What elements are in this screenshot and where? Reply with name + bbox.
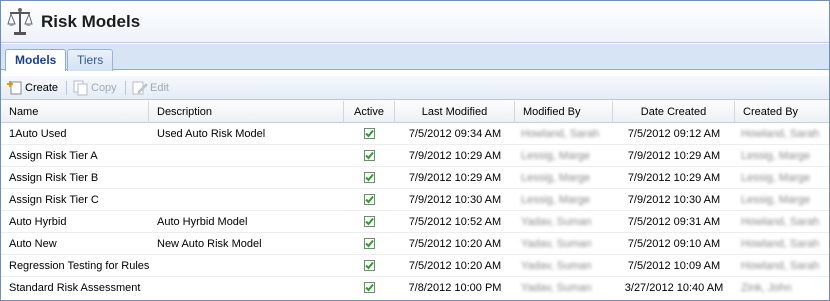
edit-icon	[132, 81, 148, 95]
column-header-name[interactable]: Name	[1, 101, 149, 123]
cell-name: Assign Risk Tier A	[9, 150, 98, 162]
cell-created-by: Lessig, Marge	[741, 194, 811, 206]
cell-name: 1Auto Used	[9, 128, 67, 140]
create-label: Create	[25, 82, 59, 94]
cell-last-modified: 7/5/2012 10:52 AM	[408, 216, 502, 228]
cell-last-modified: 7/9/2012 10:29 AM	[408, 150, 502, 162]
toolbar-divider	[125, 81, 126, 95]
cell-created-by: Howland, Sarah	[741, 216, 820, 228]
table-row[interactable]: Auto Hyrbid Auto Hyrbid Model 7/5/2012 1…	[1, 211, 829, 233]
cell-active	[344, 123, 395, 145]
cell-modified-by: Yadav, Suman	[521, 282, 592, 294]
cell-last-modified: 7/5/2012 10:20 AM	[408, 260, 502, 272]
toolbar-divider	[66, 81, 67, 95]
table-row[interactable]: Auto New New Auto Risk Model 7/5/2012 10…	[1, 233, 829, 255]
cell-date-created: 7/5/2012 10:09 AM	[627, 260, 721, 272]
table-row[interactable]: 1Auto Used Used Auto Risk Model 7/5/2012…	[1, 123, 829, 145]
cell-created-by: Lessig, Marge	[741, 150, 811, 162]
cell-description: Used Auto Risk Model	[157, 128, 266, 140]
toolbar: Create Copy Edit	[1, 76, 829, 100]
create-icon	[7, 81, 22, 95]
cell-description	[157, 167, 343, 189]
cell-date-created: 7/5/2012 09:10 AM	[627, 238, 721, 250]
column-header-date-created[interactable]: Date Created	[613, 101, 735, 123]
cell-last-modified: 7/9/2012 10:29 AM	[408, 172, 502, 184]
table-row[interactable]: Assign Risk Tier C 7/9/2012 10:30 AM Les…	[1, 189, 829, 211]
cell-name: Auto New	[9, 238, 57, 250]
cell-modified-by: Lessig, Marge	[521, 150, 591, 162]
cell-name: Assign Risk Tier C	[9, 194, 99, 206]
tab-models[interactable]: Models	[5, 49, 67, 71]
copy-label: Copy	[91, 82, 117, 94]
cell-active	[344, 145, 395, 167]
cell-date-created: 7/5/2012 09:12 AM	[627, 128, 721, 140]
cell-description	[157, 255, 343, 277]
edit-button[interactable]: Edit	[132, 80, 169, 96]
cell-date-created: 3/27/2012 10:40 AM	[624, 282, 724, 294]
cell-last-modified: 7/8/2012 10:00 PM	[408, 282, 502, 294]
cell-name: Regression Testing for Rules	[9, 260, 149, 272]
cell-date-created: 7/9/2012 10:29 AM	[627, 172, 721, 184]
table-row[interactable]: Standard Risk Assessment 7/8/2012 10:00 …	[1, 277, 829, 299]
cell-active	[344, 189, 395, 211]
cell-name: Standard Risk Assessment	[9, 282, 141, 294]
cell-modified-by: Lessig, Marge	[521, 194, 591, 206]
cell-created-by: Zink, John	[741, 282, 792, 294]
cell-modified-by: Yadav, Suman	[521, 216, 592, 228]
edit-label: Edit	[150, 82, 169, 94]
cell-active	[344, 277, 395, 299]
checkmark-icon	[364, 127, 375, 139]
cell-active	[344, 167, 395, 189]
checkmark-icon	[364, 281, 375, 293]
table-row[interactable]: Assign Risk Tier B 7/9/2012 10:29 AM Les…	[1, 167, 829, 189]
cell-last-modified: 7/9/2012 10:30 AM	[408, 194, 502, 206]
cell-modified-by: Yadav, Suman	[521, 238, 592, 250]
copy-icon	[73, 80, 88, 96]
scales-icon	[7, 8, 33, 35]
column-header-active[interactable]: Active	[344, 101, 395, 123]
risk-models-window: Risk Models Models Tiers Create Copy Edi…	[0, 0, 830, 301]
cell-description: Auto Hyrbid Model	[157, 216, 248, 228]
cell-active	[344, 255, 395, 277]
cell-active	[344, 233, 395, 255]
table-row[interactable]: Assign Risk Tier A 7/9/2012 10:29 AM Les…	[1, 145, 829, 167]
page-title: Risk Models	[41, 12, 141, 31]
cell-date-created: 7/9/2012 10:30 AM	[627, 194, 721, 206]
checkmark-icon	[364, 171, 375, 183]
checkmark-icon	[364, 237, 375, 249]
cell-created-by: Howland, Sarah	[741, 238, 820, 250]
cell-modified-by: Yadav, Suman	[521, 260, 592, 272]
checkmark-icon	[364, 193, 375, 205]
tab-tiers[interactable]: Tiers	[67, 49, 114, 71]
create-button[interactable]: Create	[7, 80, 59, 96]
cell-date-created: 7/9/2012 10:29 AM	[627, 150, 721, 162]
cell-created-by: Howland, Sarah	[741, 260, 820, 272]
copy-button[interactable]: Copy	[73, 80, 117, 96]
cell-description	[157, 277, 343, 299]
grid-header: Name Description Active Last Modified Mo…	[1, 101, 829, 123]
cell-name: Auto Hyrbid	[9, 216, 67, 228]
checkmark-icon	[364, 149, 375, 161]
cell-description: New Auto Risk Model	[157, 238, 262, 250]
cell-modified-by: Howland, Sarah	[521, 128, 600, 140]
column-header-created-by[interactable]: Created By	[735, 101, 829, 123]
column-header-description[interactable]: Description	[149, 101, 344, 123]
cell-created-by: Howland, Sarah	[741, 128, 820, 140]
cell-created-by: Lessig, Marge	[741, 172, 811, 184]
cell-description	[157, 189, 343, 211]
cell-modified-by: Lessig, Marge	[521, 172, 591, 184]
column-header-last-modified[interactable]: Last Modified	[395, 101, 515, 123]
checkmark-icon	[364, 215, 375, 227]
title-bar: Risk Models	[1, 1, 829, 43]
checkmark-icon	[364, 259, 375, 271]
cell-name: Assign Risk Tier B	[9, 172, 99, 184]
table-row[interactable]: Regression Testing for Rules 7/5/2012 10…	[1, 255, 829, 277]
cell-active	[344, 211, 395, 233]
cell-last-modified: 7/5/2012 10:20 AM	[408, 238, 502, 250]
cell-last-modified: 7/5/2012 09:34 AM	[408, 128, 502, 140]
cell-description	[157, 145, 343, 167]
tab-strip: Models Tiers	[1, 44, 829, 71]
cell-date-created: 7/5/2012 09:31 AM	[627, 216, 721, 228]
column-header-modified-by[interactable]: Modified By	[515, 101, 613, 123]
